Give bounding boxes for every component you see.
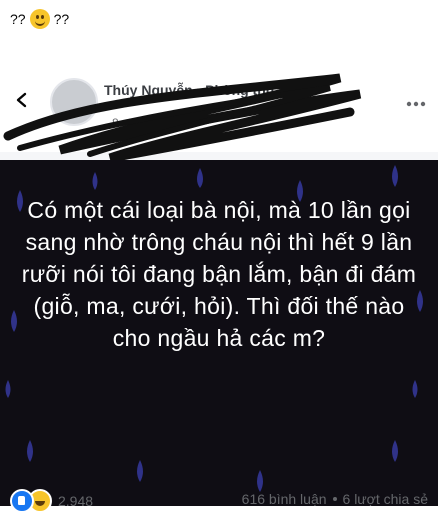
- author-name[interactable]: Thúy Nguyễn: [104, 82, 193, 98]
- author-avatar[interactable]: [50, 78, 98, 126]
- author-and-group[interactable]: Thúy Nguyễn › Phòng thú tội: [104, 82, 364, 98]
- post-meta: 8 phút: [112, 116, 174, 130]
- caption-prefix: ??: [10, 11, 26, 27]
- reaction-count[interactable]: 2.948: [58, 493, 93, 509]
- post-time[interactable]: 8 phút: [112, 116, 145, 130]
- group-name[interactable]: Phòng thú tội: [205, 82, 295, 98]
- engagement-stats: 616 bình luận 6 lượt chia sẻ: [242, 491, 428, 507]
- embedded-post-header: Thúy Nguyễn › Phòng thú tội 8 phút: [0, 62, 438, 163]
- reactions-summary[interactable]: 2.948: [10, 489, 93, 513]
- post-image-text: Có một cái loại bà nội, mà 10 lần gọi sa…: [21, 197, 417, 351]
- post-footer: 2.948 616 bình luận 6 lượt chia sẻ: [0, 489, 438, 521]
- post-image[interactable]: Có một cái loại bà nội, mà 10 lần gọi sa…: [0, 160, 438, 506]
- more-options-icon[interactable]: [406, 100, 426, 108]
- post-caption: ?? ??: [10, 8, 69, 30]
- separator-dot: [151, 121, 156, 125]
- shared-screenshot: Thúy Nguyễn › Phòng thú tội 8 phút Có mộ…: [0, 62, 438, 506]
- back-arrow-icon[interactable]: [14, 92, 30, 108]
- comment-count[interactable]: 616 bình luận: [242, 491, 327, 507]
- separator-dot: [332, 497, 337, 501]
- caption-suffix: ??: [53, 11, 70, 27]
- share-count[interactable]: 6 lượt chia sẻ: [343, 491, 428, 507]
- like-reaction-icon: [10, 489, 34, 513]
- friends-icon: [161, 117, 174, 129]
- slightly-smiling-face-icon: [29, 9, 50, 29]
